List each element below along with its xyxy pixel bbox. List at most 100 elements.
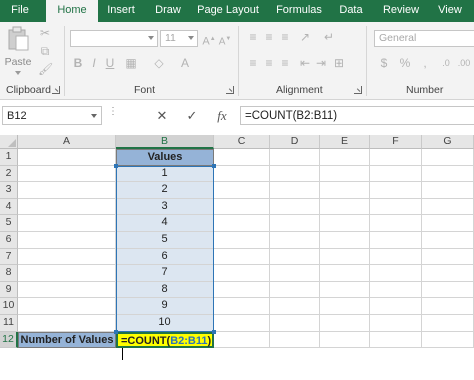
cell-g7[interactable] [422,248,474,266]
tab-review[interactable]: Review [378,0,424,22]
cell-c2[interactable] [214,165,270,183]
cell-b10[interactable]: 9 [116,298,214,315]
cell-b2[interactable]: 1 [116,165,214,183]
row-header-2[interactable]: 2 [0,165,18,183]
tab-page-layout[interactable]: Page Layout [196,0,260,22]
cell-g11[interactable] [422,315,474,332]
cell-f7[interactable] [370,248,422,266]
align-left-icon[interactable]: ≡ [246,56,260,70]
tab-data[interactable]: Data [334,0,368,22]
select-all-corner[interactable] [0,135,18,149]
cell-c5[interactable] [214,215,270,232]
cell-f6[interactable] [370,232,422,249]
cell-c7[interactable] [214,248,270,266]
cell-f10[interactable] [370,298,422,315]
cut-icon[interactable]: ✂ [38,26,52,40]
cell-g4[interactable] [422,198,474,216]
decrease-decimal-icon[interactable]: .00 [456,56,472,70]
tab-insert[interactable]: Insert [100,0,142,22]
accounting-format-icon[interactable]: $ [376,56,392,70]
cell-c9[interactable] [214,281,270,299]
cell-b1[interactable]: Values [116,149,214,166]
cell-f2[interactable] [370,165,422,183]
column-header-g[interactable]: G [422,135,474,149]
cell-c12[interactable] [214,331,270,349]
formula-input[interactable]: =COUNT(B2:B11) [240,106,474,125]
cell-a3[interactable] [18,182,116,199]
cell-d3[interactable] [270,182,320,199]
row-header-9[interactable]: 9 [0,281,18,299]
cell-g3[interactable] [422,182,474,199]
column-header-d[interactable]: D [270,135,320,149]
cell-a11[interactable] [18,315,116,332]
row-header-1[interactable]: 1 [0,149,18,166]
cell-c1[interactable] [214,149,270,166]
row-header-10[interactable]: 10 [0,298,18,315]
paste-button[interactable]: Paste [4,26,32,80]
cell-b12[interactable]: =COUNT(B2:B11) [116,331,214,361]
row-header-5[interactable]: 5 [0,215,18,232]
row-header-12[interactable]: 12 [0,331,18,349]
cell-e10[interactable] [320,298,370,315]
decrease-indent-icon[interactable]: ⇤ [298,56,312,70]
cell-f8[interactable] [370,265,422,282]
cell-g12[interactable] [422,331,474,349]
cell-b4[interactable]: 3 [116,198,214,216]
cell-d5[interactable] [270,215,320,232]
tab-formulas[interactable]: Formulas [272,0,326,22]
cell-b6[interactable]: 5 [116,232,214,249]
cell-f11[interactable] [370,315,422,332]
cell-g8[interactable] [422,265,474,282]
cell-e8[interactable] [320,265,370,282]
cell-g9[interactable] [422,281,474,299]
cell-a2[interactable] [18,165,116,183]
cell-b5[interactable]: 4 [116,215,214,232]
cell-e1[interactable] [320,149,370,166]
cell-g5[interactable] [422,215,474,232]
percent-style-icon[interactable]: % [398,56,412,70]
cell-e7[interactable] [320,248,370,266]
resize-handle-icon[interactable]: ⋮ [108,107,118,122]
row-header-4[interactable]: 4 [0,198,18,216]
cell-c8[interactable] [214,265,270,282]
cell-d2[interactable] [270,165,320,183]
increase-decimal-icon[interactable]: .0 [438,56,454,70]
tab-home[interactable]: Home [46,0,98,22]
cell-f1[interactable] [370,149,422,166]
cell-c4[interactable] [214,198,270,216]
cell-e11[interactable] [320,315,370,332]
clipboard-launcher-icon[interactable] [52,86,60,94]
cell-c11[interactable] [214,315,270,332]
cell-c6[interactable] [214,232,270,249]
range-resize-handle[interactable] [114,329,118,334]
cell-d7[interactable] [270,248,320,266]
cell-g6[interactable] [422,232,474,249]
cell-a4[interactable] [18,198,116,216]
cell-f3[interactable] [370,182,422,199]
cell-a1[interactable] [18,149,116,166]
merge-center-icon[interactable]: ⊞ [332,56,346,70]
cell-e5[interactable] [320,215,370,232]
cell-a6[interactable] [18,232,116,249]
cell-g2[interactable] [422,165,474,183]
row-header-3[interactable]: 3 [0,182,18,199]
cell-d12[interactable] [270,331,320,349]
tab-draw[interactable]: Draw [148,0,188,22]
shrink-font-icon[interactable]: A▼ [218,32,232,49]
row-header-6[interactable]: 6 [0,232,18,249]
tab-file[interactable]: File [0,0,40,22]
cell-d4[interactable] [270,198,320,216]
increase-indent-icon[interactable]: ⇥ [314,56,328,70]
cell-d6[interactable] [270,232,320,249]
cancel-icon[interactable]: ✕ [152,107,172,124]
alignment-launcher-icon[interactable] [354,86,362,94]
align-center-icon[interactable]: ≡ [262,56,276,70]
comma-style-icon[interactable]: , [418,56,432,70]
number-format-select[interactable]: General [374,30,474,47]
cell-c10[interactable] [214,298,270,315]
cell-e9[interactable] [320,281,370,299]
orientation-icon[interactable]: ↗ [298,30,312,44]
cell-a10[interactable] [18,298,116,315]
bold-icon[interactable]: B [72,56,84,70]
range-resize-handle[interactable] [212,329,216,334]
